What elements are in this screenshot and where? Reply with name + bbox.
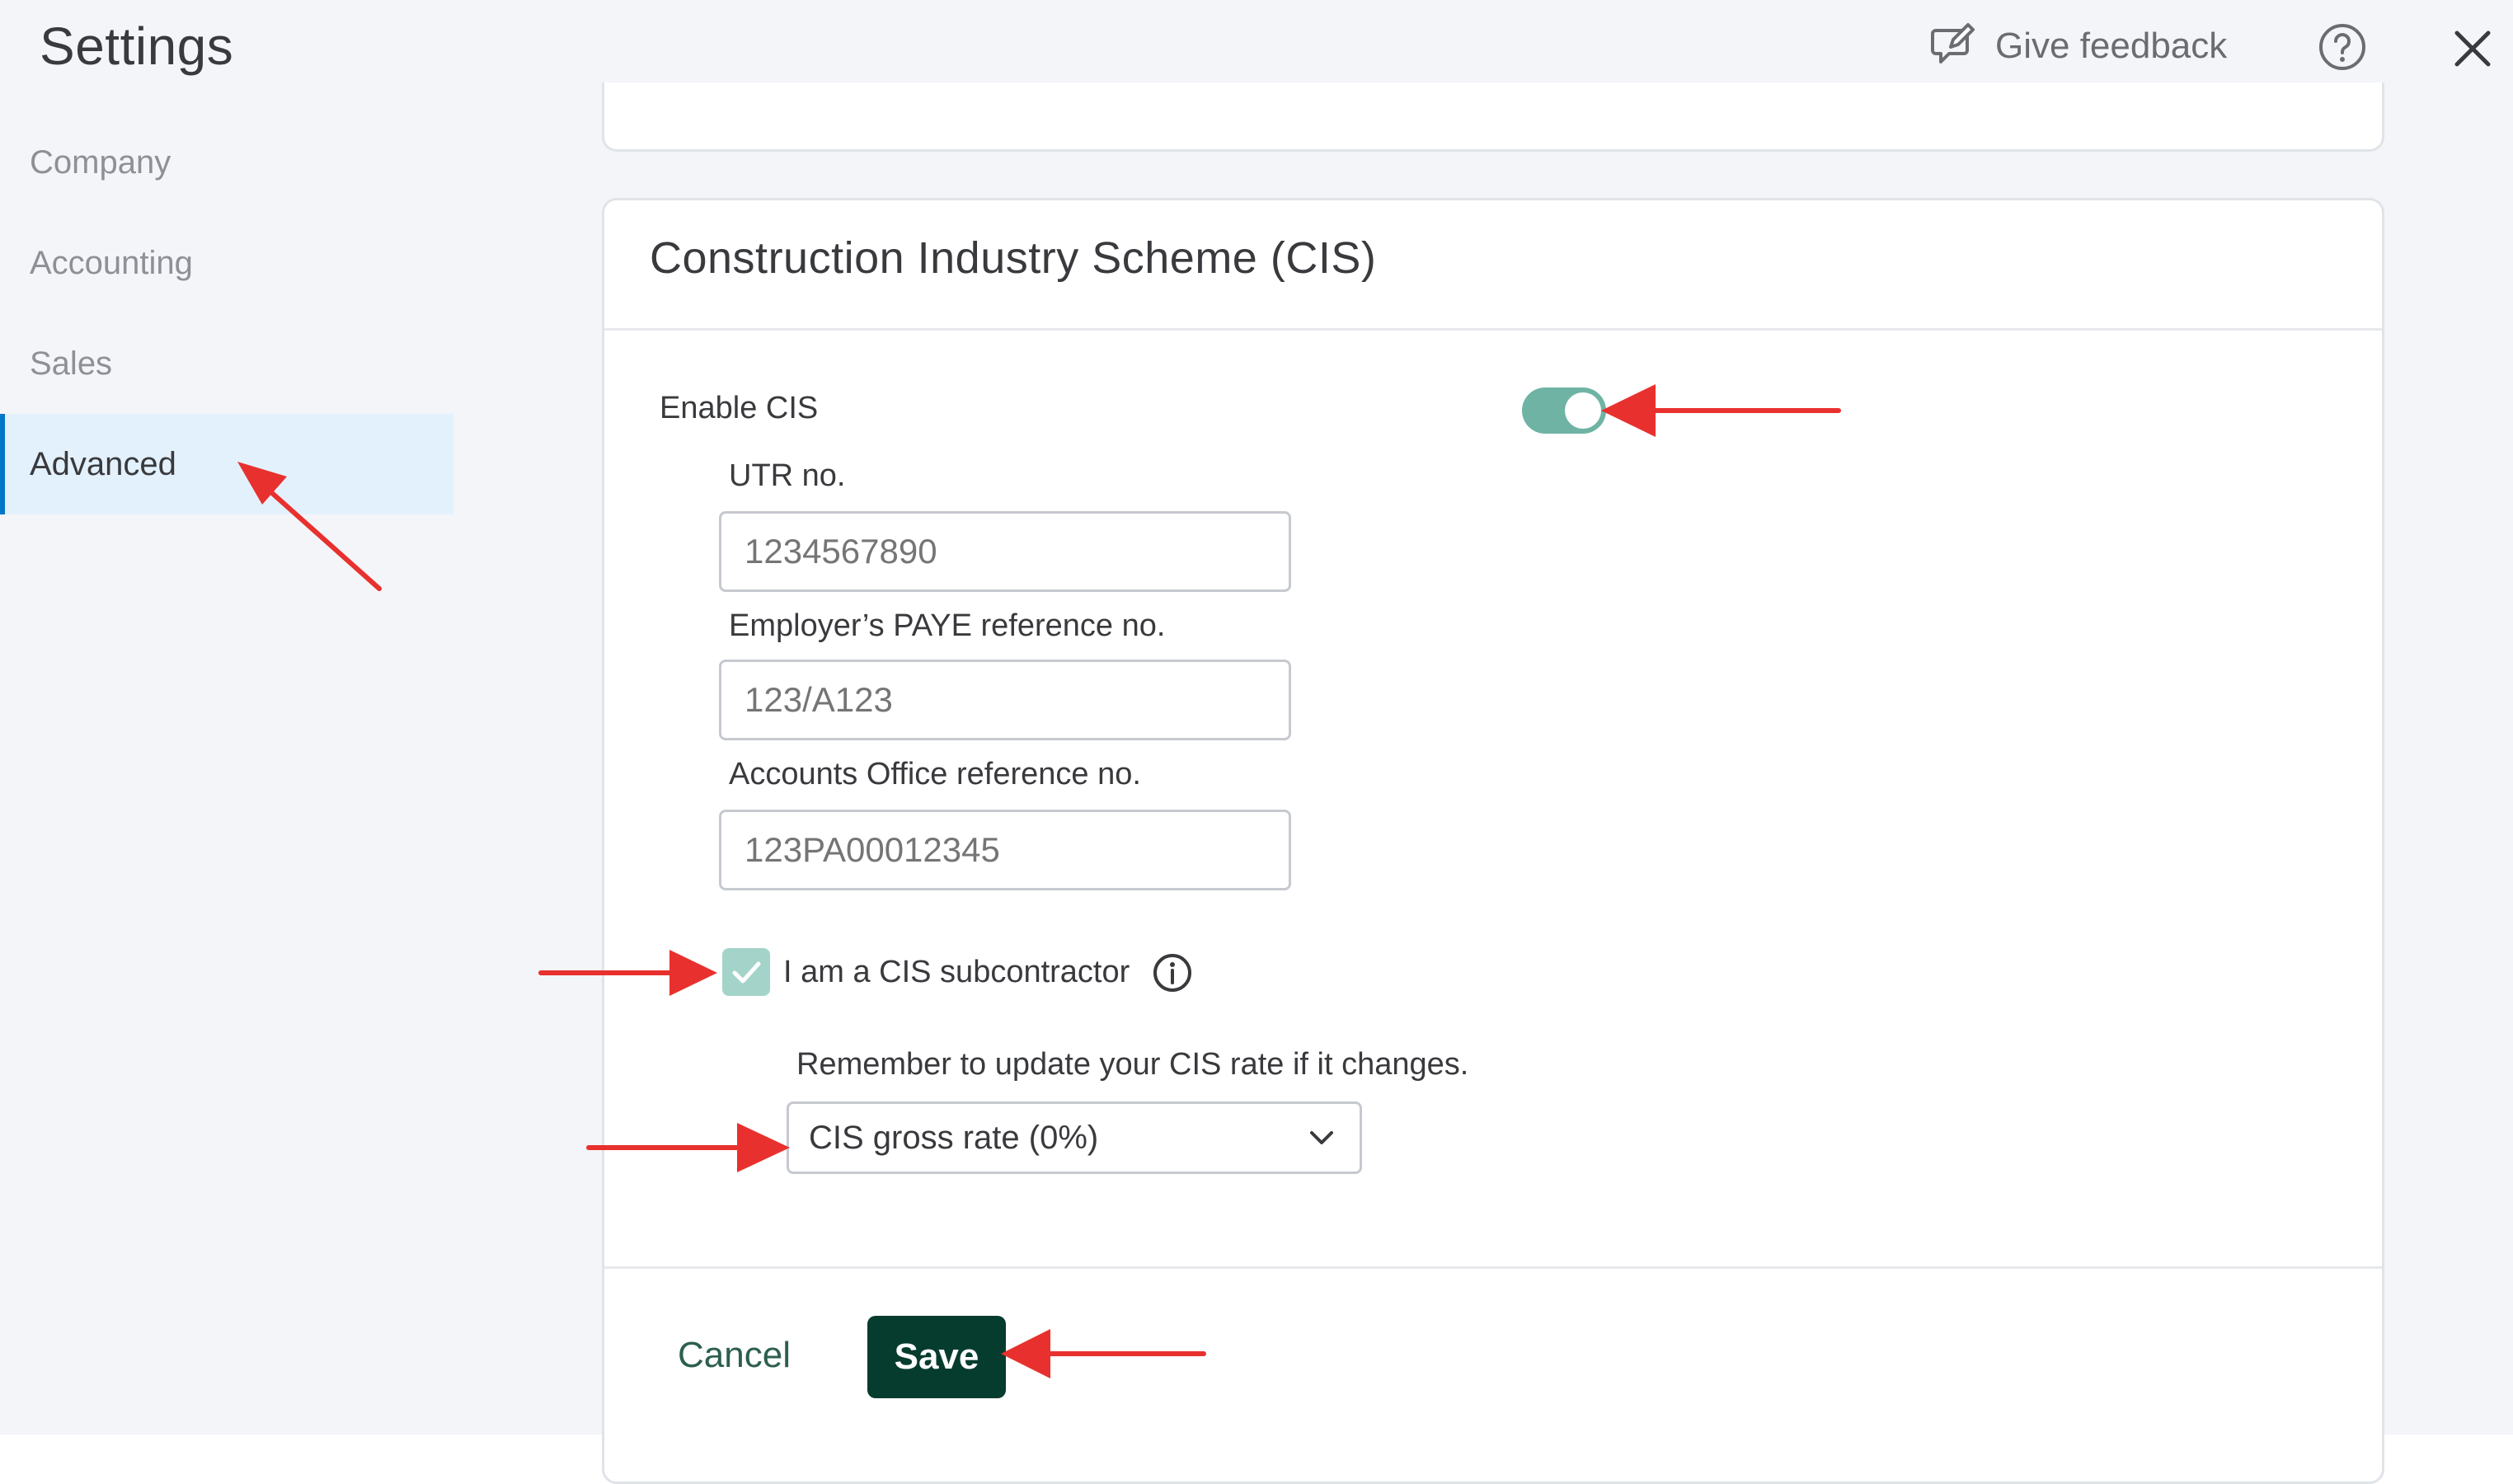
sidebar-item-label: Accounting — [30, 244, 193, 281]
accounts-office-label: Accounts Office reference no. — [729, 757, 1141, 791]
page-title: Settings — [40, 16, 234, 76]
info-icon — [1153, 954, 1191, 992]
checkmark-icon — [732, 961, 761, 984]
enable-cis-toggle[interactable] — [1522, 387, 1606, 434]
section-divider — [604, 328, 2382, 331]
give-feedback-label: Give feedback — [1995, 26, 2228, 66]
subcontractor-label: I am a CIS subcontractor — [783, 955, 1130, 989]
sidebar-item-sales[interactable]: Sales — [0, 313, 453, 414]
utr-label: UTR no. — [729, 458, 846, 493]
previous-section-card — [602, 82, 2384, 152]
accounts-office-input[interactable] — [719, 810, 1291, 890]
close-icon — [2454, 31, 2491, 67]
sidebar-item-advanced[interactable]: Advanced — [0, 414, 453, 514]
feedback-icon — [1931, 23, 1975, 63]
subcontractor-info-button[interactable] — [1151, 951, 1194, 994]
footer-divider — [604, 1266, 2382, 1269]
sidebar-item-company[interactable]: Company — [0, 112, 453, 213]
settings-sidebar: Company Accounting Sales Advanced — [0, 112, 453, 1435]
chevron-down-icon — [1310, 1131, 1333, 1144]
help-button[interactable] — [2313, 18, 2371, 76]
cis-rate-note: Remember to update your CIS rate if it c… — [796, 1047, 1469, 1082]
section-title: Construction Industry Scheme (CIS) — [650, 233, 1377, 283]
save-button[interactable]: Save — [867, 1316, 1006, 1398]
toggle-knob — [1565, 392, 1601, 429]
give-feedback-button[interactable]: Give feedback — [1928, 16, 2227, 76]
cancel-button[interactable]: Cancel — [660, 1319, 809, 1392]
enable-cis-label: Enable CIS — [660, 391, 819, 425]
paye-input[interactable] — [719, 660, 1291, 740]
paye-label: Employer’s PAYE reference no. — [729, 608, 1166, 643]
cis-rate-select[interactable]: CIS gross rate (0%) — [787, 1101, 1362, 1174]
sidebar-item-label: Company — [30, 143, 171, 181]
sidebar-item-label: Sales — [30, 345, 113, 382]
sidebar-item-accounting[interactable]: Accounting — [0, 213, 453, 313]
help-icon — [2319, 24, 2365, 70]
close-button[interactable] — [2444, 20, 2501, 77]
sidebar-item-label: Advanced — [30, 445, 176, 482]
utr-input[interactable] — [719, 511, 1291, 592]
subcontractor-checkbox[interactable] — [722, 948, 770, 996]
cis-rate-selected-value: CIS gross rate (0%) — [809, 1119, 1099, 1156]
